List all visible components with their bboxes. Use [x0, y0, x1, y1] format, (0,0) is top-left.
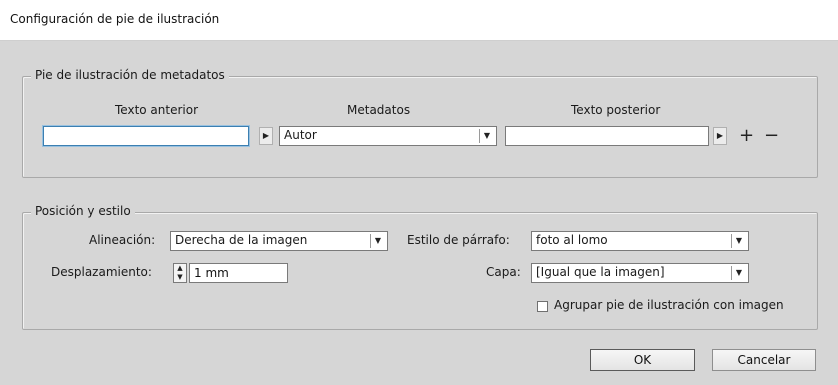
paragraph-style-value: foto al lomo — [536, 233, 608, 247]
metadata-select-value: Autor — [284, 128, 317, 142]
metadata-select[interactable]: Autor ▼ — [279, 126, 497, 146]
remove-caption-button[interactable]: − — [764, 127, 779, 145]
chevron-down-icon[interactable]: ▼ — [370, 234, 385, 248]
layer-select[interactable]: [Igual que la imagen] ▼ — [531, 263, 749, 283]
layer-select-value: [Igual que la imagen] — [536, 265, 665, 279]
position-style-group: Posición y estilo Alineación: Derecha de… — [22, 204, 818, 330]
offset-stepper-icon[interactable]: ▲ ▼ — [173, 263, 187, 283]
offset-label: Desplazamiento: — [51, 265, 152, 279]
dialog-title: Configuración de pie de ilustración — [10, 12, 220, 26]
insert-menu-after-icon[interactable]: ▶ — [713, 127, 727, 145]
paragraph-style-label: Estilo de párrafo: — [407, 233, 510, 247]
chevron-down-icon[interactable]: ▼ — [479, 129, 494, 143]
chevron-down-icon[interactable]: ▼ — [731, 234, 746, 248]
position-group-legend: Posición y estilo — [31, 204, 135, 218]
paragraph-style-select[interactable]: foto al lomo ▼ — [531, 231, 749, 251]
text-before-input[interactable] — [43, 126, 249, 146]
cancel-button[interactable]: Cancelar — [712, 349, 816, 371]
text-after-input[interactable] — [505, 126, 709, 146]
chevron-down-icon[interactable]: ▼ — [731, 266, 746, 280]
metadata-caption-group: Pie de ilustración de metadatos Texto an… — [22, 68, 818, 178]
offset-input[interactable]: 1 mm — [189, 263, 288, 283]
title-bar: Configuración de pie de ilustración — [0, 0, 838, 41]
insert-menu-before-icon[interactable]: ▶ — [259, 127, 273, 145]
group-caption-label[interactable]: Agrupar pie de ilustración con imagen — [554, 298, 784, 312]
add-caption-button[interactable]: + — [739, 127, 754, 145]
text-before-header: Texto anterior — [115, 103, 199, 117]
metadata-group-legend: Pie de ilustración de metadatos — [31, 68, 229, 82]
alignment-label: Alineación: — [89, 233, 156, 247]
alignment-select-value: Derecha de la imagen — [175, 233, 308, 247]
ok-button[interactable]: OK — [590, 349, 695, 371]
metadata-header: Metadatos — [347, 103, 411, 117]
text-after-header: Texto posterior — [571, 103, 661, 117]
group-caption-checkbox[interactable] — [537, 301, 548, 312]
layer-label: Capa: — [486, 265, 521, 279]
alignment-select[interactable]: Derecha de la imagen ▼ — [170, 231, 388, 251]
